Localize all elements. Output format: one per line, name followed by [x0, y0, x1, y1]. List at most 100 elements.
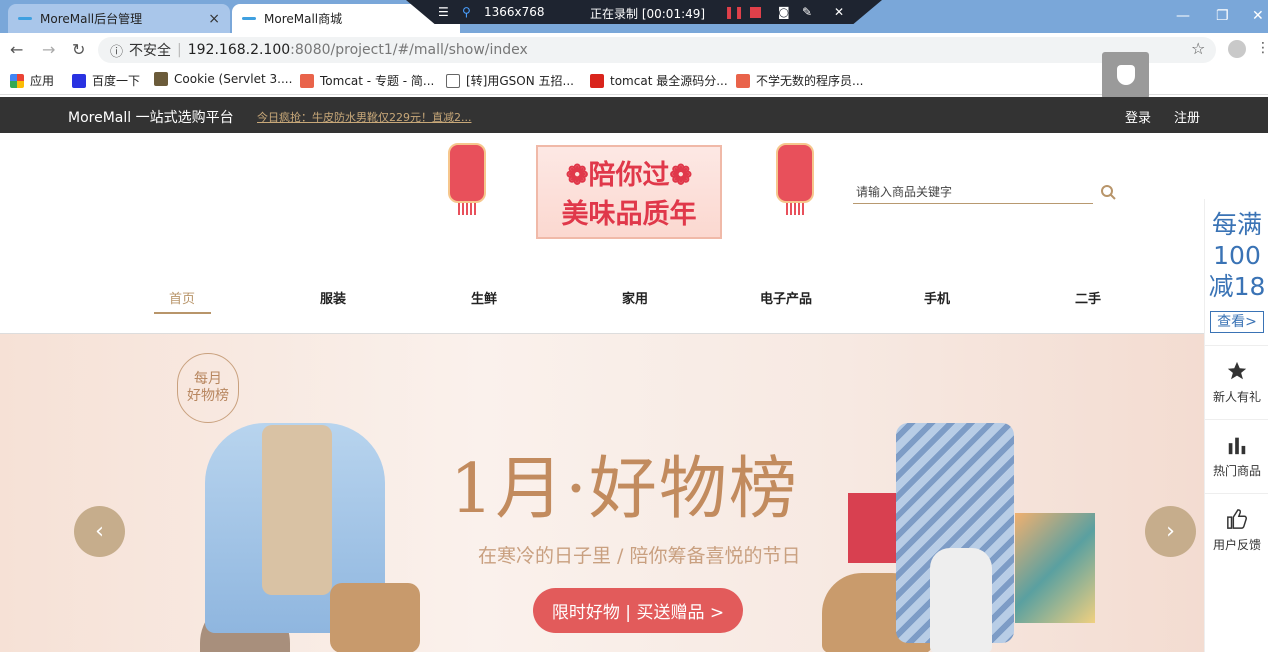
bookmarks-bar: 应用 百度一下 Cookie (Servlet 3.... Tomcat - 专…: [0, 65, 1268, 95]
category-secondhand[interactable]: 二手: [1075, 288, 1101, 307]
screen-recorder-bar: ☰ ⚲ 1366x768 正在录制 [00:01:49] ❚❚ ◙ ✎ ✕: [406, 0, 882, 24]
monthly-badge: 每月 好物榜: [177, 353, 239, 423]
bookmark-label: 百度一下: [92, 74, 141, 88]
minimize-icon[interactable]: —: [1176, 8, 1190, 24]
bookmark-label: Cookie (Servlet 3....: [174, 72, 293, 86]
recorder-resolution: 1366x768: [484, 5, 545, 19]
tab-close-icon[interactable]: ×: [208, 11, 220, 27]
side-item-label: 用户反馈: [1212, 538, 1261, 552]
category-fresh[interactable]: 生鲜: [471, 288, 497, 307]
tea-box-image: [1015, 513, 1095, 623]
pen-icon[interactable]: ✎: [802, 5, 812, 19]
promo-line3: 减18: [1208, 272, 1266, 301]
login-link[interactable]: 登录: [1125, 107, 1151, 126]
window-close-icon[interactable]: ✕: [1252, 8, 1264, 24]
back-arrow-icon[interactable]: ←: [10, 40, 23, 59]
promo-view-button[interactable]: 查看>: [1210, 311, 1264, 333]
site-top-bar: MoreMall 一站式选购平台 今日疯抢：牛皮防水男靴仅229元！直减2...…: [0, 97, 1268, 133]
bookmark-apps[interactable]: 应用: [10, 72, 54, 89]
browser-tab-strip: MoreMall后台管理 × MoreMall商城 ☰ ⚲ 1366x768 正…: [0, 0, 1268, 33]
thumbs-up-icon: [1227, 509, 1248, 529]
more-menu-icon[interactable]: ⋮: [1256, 40, 1268, 56]
menu-icon[interactable]: ☰: [438, 5, 449, 19]
hero-subtitle: 在寒冷的日子里 / 陪你筹备喜悦的节日: [478, 545, 801, 567]
site-logo[interactable]: ❁陪你过❁ 美味品质年: [446, 133, 816, 251]
bookmark-baidu[interactable]: 百度一下: [72, 72, 140, 89]
forward-arrow-icon[interactable]: →: [42, 40, 55, 59]
tab-label: MoreMall后台管理: [40, 12, 143, 26]
register-link[interactable]: 注册: [1174, 107, 1200, 126]
pin-icon[interactable]: ⚲: [462, 5, 471, 19]
apps-grid-icon: [10, 73, 24, 88]
hero-cta-button[interactable]: 限时好物 | 买送赠品 >: [533, 588, 743, 633]
hero-title: 1月·好物榜: [450, 450, 799, 529]
bookmark-star-icon[interactable]: ☆: [1191, 39, 1205, 58]
bookmark-label: 应用: [30, 74, 55, 88]
category-clothing[interactable]: 服装: [320, 288, 346, 307]
profile-avatar[interactable]: [1228, 40, 1246, 58]
category-household[interactable]: 家用: [622, 288, 648, 307]
address-bar-row: ← → ↻ ⓘ 不安全 | 192.168.2.100 :8080/projec…: [0, 33, 1268, 65]
category-electronics[interactable]: 电子产品: [760, 288, 812, 307]
search-input[interactable]: [853, 182, 1083, 202]
promo-line1: 每满: [1211, 210, 1262, 239]
bookmark-programmer[interactable]: 不学无数的程序员...: [736, 72, 863, 89]
site-brand[interactable]: MoreMall 一站式选购平台: [68, 107, 234, 127]
category-home[interactable]: 首页: [169, 288, 195, 307]
csdn-icon: [590, 73, 604, 88]
bar-chart-icon: [1228, 437, 1246, 455]
maximize-icon[interactable]: ❐: [1216, 8, 1229, 24]
carousel-next-button[interactable]: ›: [1145, 506, 1196, 557]
close-recorder-icon[interactable]: ✕: [834, 5, 844, 19]
promo-link[interactable]: 今日疯抢：牛皮防水男靴仅229元！直减2...: [257, 109, 471, 125]
jianshu-icon: [736, 73, 750, 88]
info-icon[interactable]: ⓘ: [110, 41, 123, 60]
pause-icon[interactable]: ❚❚: [724, 5, 744, 19]
kettle-image: [930, 548, 992, 652]
tab-favicon-icon: [242, 17, 256, 20]
bookmark-label: [转]用GSON 五招...: [466, 74, 574, 88]
bookmark-tomcat-topic[interactable]: Tomcat - 专题 - 简...: [300, 72, 434, 89]
baidu-paw-icon: [72, 73, 86, 88]
url-field[interactable]: ⓘ 不安全 | 192.168.2.100 :8080/project1/#/m…: [98, 37, 1216, 63]
monthly-badge-text: 每月 好物榜: [187, 371, 229, 404]
bookmark-cookie[interactable]: Cookie (Servlet 3....: [154, 72, 292, 86]
lantern-icon: [448, 143, 486, 215]
side-item-hot-products[interactable]: 热门商品: [1205, 419, 1268, 493]
hero-carousel[interactable]: 每月 好物榜 1月·好物榜 在寒冷的日子里 / 陪你筹备喜悦的节日 限时好物 |…: [0, 333, 1204, 652]
side-item-newcomer-gift[interactable]: 新人有礼: [1205, 345, 1268, 419]
camera-icon[interactable]: ◙: [778, 5, 790, 19]
url-path: :8080/project1/#/mall/show/index: [290, 42, 528, 58]
scarf-image: [262, 425, 332, 595]
bookmark-tomcat-source[interactable]: tomcat 最全源码分...: [590, 72, 728, 89]
carousel-prev-button[interactable]: ‹: [74, 506, 125, 557]
security-label: 不安全: [129, 43, 172, 59]
promo-line2: 100: [1213, 241, 1261, 270]
tab-label: MoreMall商城: [264, 12, 343, 26]
tab-moremall-admin[interactable]: MoreMall后台管理 ×: [8, 4, 230, 33]
side-float-bar: 每满 100 减18 查看> 新人有礼 热门商品 用户反馈: [1204, 199, 1268, 652]
side-item-label: 新人有礼: [1212, 390, 1261, 404]
bookmark-label: Tomcat - 专题 - 简...: [320, 74, 435, 88]
side-item-feedback[interactable]: 用户反馈: [1205, 493, 1268, 567]
tab-favicon-icon: [18, 17, 32, 20]
divider: [0, 333, 1204, 334]
shield-icon: [1117, 65, 1135, 85]
bookmark-label: tomcat 最全源码分...: [610, 74, 728, 88]
recorder-status: 正在录制 [00:01:49]: [590, 7, 706, 21]
search-box: [853, 182, 1093, 204]
logo-line1: ❁陪你过❁: [565, 160, 693, 191]
stop-icon[interactable]: [750, 7, 761, 18]
logo-scroll: ❁陪你过❁ 美味品质年: [536, 145, 722, 239]
discount-promo[interactable]: 每满 100 减18 查看>: [1205, 199, 1268, 345]
lantern-icon: [776, 143, 814, 215]
active-category-underline: [154, 312, 211, 314]
gift-box-image: [848, 493, 900, 563]
search-icon[interactable]: [1100, 184, 1116, 200]
link-icon: [446, 73, 460, 88]
extension-popup-button[interactable]: [1102, 52, 1149, 99]
reload-icon[interactable]: ↻: [72, 40, 85, 59]
side-item-label: 热门商品: [1212, 464, 1261, 478]
category-phones[interactable]: 手机: [924, 288, 950, 307]
bookmark-gson[interactable]: [转]用GSON 五招...: [446, 72, 574, 89]
